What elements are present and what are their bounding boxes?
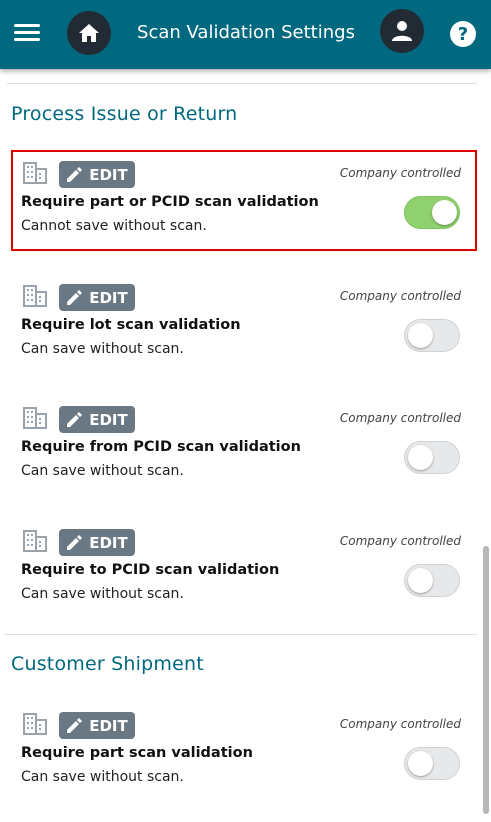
scrollbar[interactable] [483, 546, 489, 814]
divider [7, 83, 477, 84]
section-title: Process Issue or Return [11, 103, 238, 125]
setting-name: Require lot scan validation [21, 317, 241, 333]
toggle-knob [432, 200, 457, 225]
edit-label: EDIT [89, 410, 128, 429]
setting-from-pcid: EDIT Company controlled Require from PCI… [11, 395, 477, 496]
edit-button[interactable]: EDIT [59, 529, 135, 556]
setting-description: Can save without scan. [21, 341, 184, 357]
toggle-switch[interactable] [404, 319, 460, 352]
hamburger-icon[interactable] [14, 22, 42, 44]
setting-part-shipment: EDIT Company controlled Require part sca… [11, 701, 477, 802]
page-title: Scan Validation Settings [137, 22, 355, 43]
setting-to-pcid: EDIT Company controlled Require to PCID … [11, 518, 477, 619]
building-icon [23, 407, 47, 429]
settings-content: Process Issue or Return EDIT Company con… [0, 69, 491, 822]
edit-button[interactable]: EDIT [59, 284, 135, 311]
pencil-icon [67, 167, 83, 182]
pencil-icon [67, 412, 83, 427]
divider [4, 634, 477, 635]
toggle-knob [408, 568, 433, 593]
toggle-switch[interactable] [404, 564, 460, 597]
edit-button[interactable]: EDIT [59, 161, 135, 188]
pencil-icon [67, 290, 83, 305]
toggle-knob [408, 323, 433, 348]
building-icon [23, 285, 47, 307]
building-icon [23, 162, 47, 184]
building-icon [23, 530, 47, 552]
setting-part-or-pcid: EDIT Company controlled Require part or … [11, 150, 477, 251]
user-button[interactable] [380, 9, 424, 53]
pencil-icon [67, 718, 83, 733]
setting-name: Require from PCID scan validation [21, 439, 301, 455]
toggle-knob [408, 445, 433, 470]
user-icon [392, 21, 412, 41]
edit-button[interactable]: EDIT [59, 712, 135, 739]
home-icon [79, 24, 99, 42]
controlled-label: Company controlled [339, 717, 461, 731]
controlled-label: Company controlled [339, 166, 461, 180]
edit-button[interactable]: EDIT [59, 406, 135, 433]
controlled-label: Company controlled [339, 289, 461, 303]
help-icon[interactable]: ? [450, 21, 476, 47]
edit-label: EDIT [89, 288, 128, 307]
setting-description: Cannot save without scan. [21, 218, 207, 234]
edit-label: EDIT [89, 533, 128, 552]
setting-description: Can save without scan. [21, 586, 184, 602]
controlled-label: Company controlled [339, 411, 461, 425]
setting-name: Require part scan validation [21, 745, 253, 761]
app-bar: Scan Validation Settings ? [0, 0, 491, 69]
controlled-label: Company controlled [339, 534, 461, 548]
edit-label: EDIT [89, 716, 128, 735]
setting-description: Can save without scan. [21, 769, 184, 785]
pencil-icon [67, 535, 83, 550]
building-icon [23, 713, 47, 735]
toggle-switch[interactable] [404, 196, 460, 229]
setting-name: Require part or PCID scan validation [21, 194, 319, 210]
setting-lot: EDIT Company controlled Require lot scan… [11, 273, 477, 374]
section-title: Customer Shipment [11, 653, 204, 675]
toggle-switch[interactable] [404, 747, 460, 780]
toggle-switch[interactable] [404, 441, 460, 474]
home-button[interactable] [67, 11, 111, 55]
toggle-knob [408, 751, 433, 776]
setting-name: Require to PCID scan validation [21, 562, 280, 578]
setting-description: Can save without scan. [21, 463, 184, 479]
edit-label: EDIT [89, 165, 128, 184]
